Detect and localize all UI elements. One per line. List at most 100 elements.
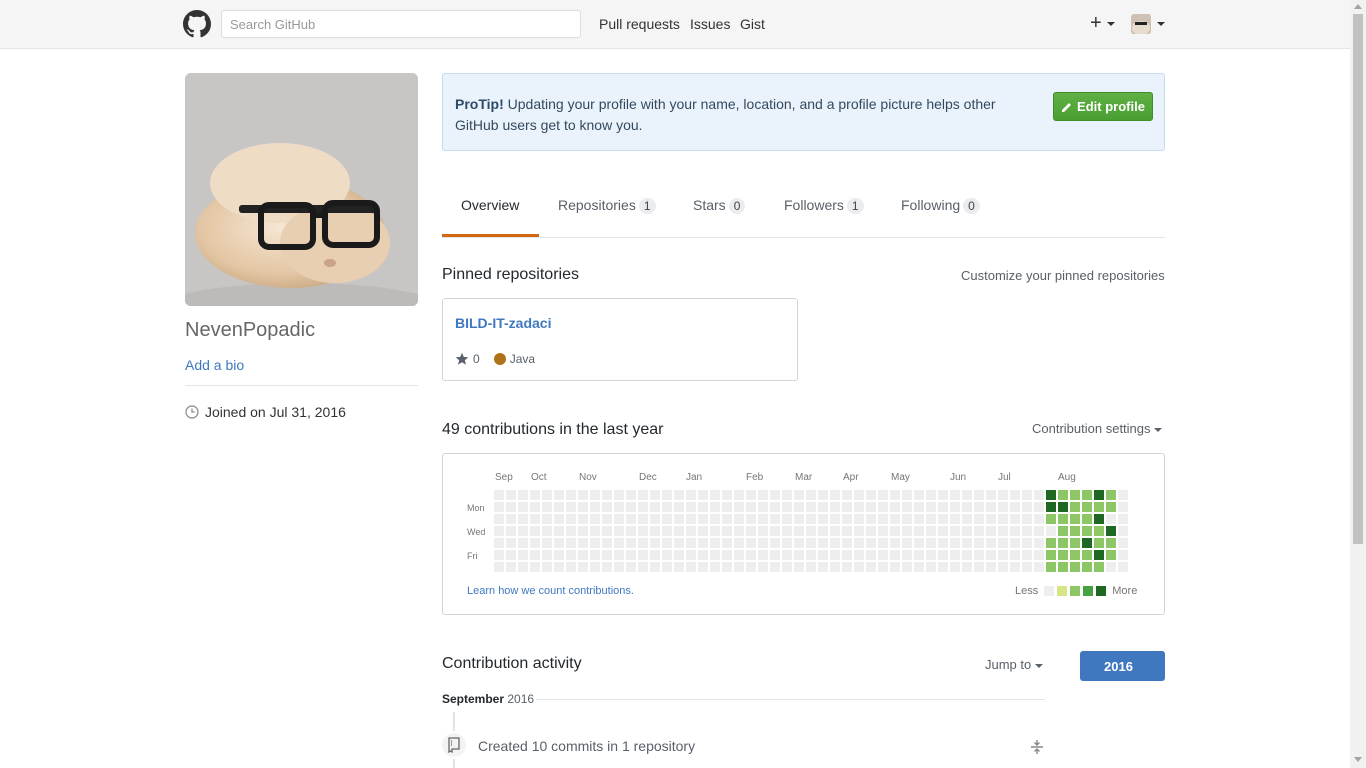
contribution-day[interactable] (878, 514, 888, 524)
contribution-day[interactable] (806, 538, 816, 548)
contribution-day[interactable] (842, 550, 852, 560)
contribution-day[interactable] (842, 502, 852, 512)
contribution-day[interactable] (818, 526, 828, 536)
contribution-day[interactable] (518, 550, 528, 560)
contribution-day[interactable] (638, 550, 648, 560)
contribution-day[interactable] (782, 490, 792, 500)
contribution-day[interactable] (638, 526, 648, 536)
contribution-day[interactable] (710, 538, 720, 548)
contribution-day[interactable] (542, 514, 552, 524)
add-bio-link[interactable]: Add a bio (185, 357, 244, 373)
contribution-day[interactable] (686, 538, 696, 548)
contribution-day[interactable] (662, 562, 672, 572)
contribution-day[interactable] (986, 490, 996, 500)
contribution-day[interactable] (926, 490, 936, 500)
contribution-day[interactable] (674, 526, 684, 536)
contribution-day[interactable] (506, 514, 516, 524)
contribution-day[interactable] (1058, 490, 1068, 500)
contribution-day[interactable] (1070, 526, 1080, 536)
contribution-day[interactable] (506, 502, 516, 512)
contribution-day[interactable] (974, 526, 984, 536)
contribution-day[interactable] (614, 538, 624, 548)
contribution-day[interactable] (650, 502, 660, 512)
contribution-day[interactable] (554, 490, 564, 500)
contribution-day[interactable] (674, 502, 684, 512)
contribution-day[interactable] (854, 526, 864, 536)
contribution-day[interactable] (1046, 514, 1056, 524)
contribution-day[interactable] (770, 526, 780, 536)
contribution-day[interactable] (770, 538, 780, 548)
contribution-day[interactable] (818, 490, 828, 500)
contribution-day[interactable] (770, 502, 780, 512)
contribution-day[interactable] (578, 562, 588, 572)
contribution-day[interactable] (602, 538, 612, 548)
contribution-day[interactable] (614, 490, 624, 500)
contribution-day[interactable] (1046, 502, 1056, 512)
contribution-day[interactable] (854, 514, 864, 524)
contribution-day[interactable] (722, 490, 732, 500)
tab-stars[interactable]: Stars 0 (693, 197, 746, 214)
contribution-day[interactable] (962, 538, 972, 548)
contribution-day[interactable] (638, 490, 648, 500)
contribution-day[interactable] (1034, 502, 1044, 512)
contribution-day[interactable] (1034, 562, 1044, 572)
contribution-day[interactable] (734, 490, 744, 500)
user-menu-chevron-icon[interactable] (1157, 22, 1165, 26)
contribution-day[interactable] (506, 562, 516, 572)
contribution-day[interactable] (902, 538, 912, 548)
contribution-day[interactable] (1070, 538, 1080, 548)
contribution-day[interactable] (602, 562, 612, 572)
contribution-day[interactable] (554, 514, 564, 524)
contribution-day[interactable] (542, 538, 552, 548)
contribution-day[interactable] (650, 562, 660, 572)
contribution-day[interactable] (1118, 502, 1128, 512)
contribution-day[interactable] (602, 502, 612, 512)
contribution-day[interactable] (710, 550, 720, 560)
contribution-day[interactable] (1106, 490, 1116, 500)
contribution-day[interactable] (974, 550, 984, 560)
contribution-day[interactable] (1058, 526, 1068, 536)
contribution-day[interactable] (986, 550, 996, 560)
contribution-day[interactable] (1010, 562, 1020, 572)
contribution-day[interactable] (998, 514, 1008, 524)
contribution-day[interactable] (830, 502, 840, 512)
contribution-day[interactable] (602, 490, 612, 500)
contribution-day[interactable] (1010, 526, 1020, 536)
contribution-day[interactable] (602, 550, 612, 560)
contribution-day[interactable] (1082, 502, 1092, 512)
contribution-day[interactable] (950, 562, 960, 572)
contribution-day[interactable] (890, 514, 900, 524)
contribution-day[interactable] (710, 490, 720, 500)
contribution-day[interactable] (830, 490, 840, 500)
contribution-day[interactable] (626, 562, 636, 572)
tab-following[interactable]: Following 0 (901, 197, 980, 214)
contribution-day[interactable] (674, 562, 684, 572)
contribution-day[interactable] (1118, 550, 1128, 560)
contribution-day[interactable] (998, 538, 1008, 548)
contribution-day[interactable] (794, 538, 804, 548)
contribution-day[interactable] (746, 490, 756, 500)
search-input[interactable] (221, 10, 581, 38)
contribution-day[interactable] (1082, 550, 1092, 560)
contribution-day[interactable] (650, 538, 660, 548)
contribution-day[interactable] (638, 538, 648, 548)
contribution-day[interactable] (722, 538, 732, 548)
contribution-day[interactable] (1046, 562, 1056, 572)
contribution-day[interactable] (614, 526, 624, 536)
contribution-day[interactable] (1082, 490, 1092, 500)
contribution-day[interactable] (926, 550, 936, 560)
contribution-day[interactable] (494, 538, 504, 548)
contribution-day[interactable] (722, 502, 732, 512)
contribution-day[interactable] (1094, 550, 1104, 560)
contribution-day[interactable] (1070, 562, 1080, 572)
contribution-day[interactable] (662, 490, 672, 500)
contribution-day[interactable] (962, 550, 972, 560)
contribution-day[interactable] (806, 502, 816, 512)
contribution-day[interactable] (674, 490, 684, 500)
contribution-day[interactable] (650, 514, 660, 524)
contribution-day[interactable] (698, 526, 708, 536)
contribution-day[interactable] (842, 490, 852, 500)
contribution-day[interactable] (542, 550, 552, 560)
contribution-day[interactable] (1022, 538, 1032, 548)
contribution-day[interactable] (506, 490, 516, 500)
